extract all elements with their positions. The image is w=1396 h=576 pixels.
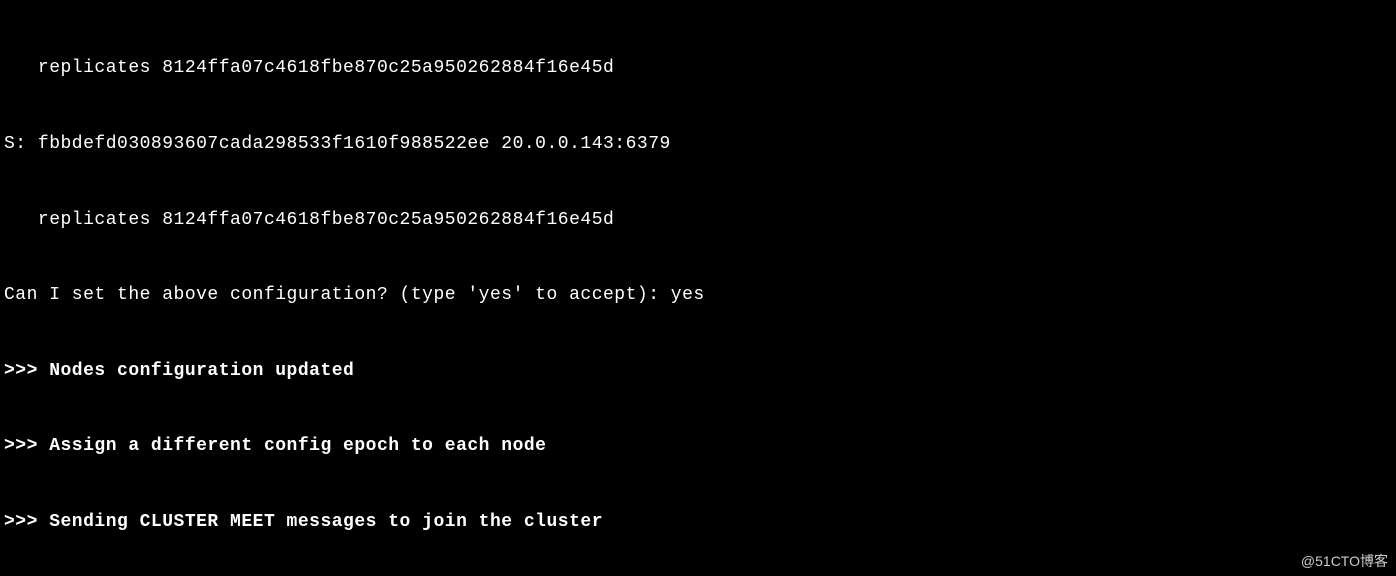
status-line: >>> Assign a different config epoch to e… (4, 434, 1374, 459)
output-line: replicates 8124ffa07c4618fbe870c25a95026… (4, 56, 1374, 81)
terminal-output[interactable]: replicates 8124ffa07c4618fbe870c25a95026… (0, 0, 1378, 576)
output-line: Can I set the above configuration? (type… (4, 283, 1374, 308)
output-line: S: fbbdefd030893607cada298533f1610f98852… (4, 132, 1374, 157)
status-line: >>> Nodes configuration updated (4, 359, 1374, 384)
output-line: replicates 8124ffa07c4618fbe870c25a95026… (4, 208, 1374, 233)
status-line: >>> Sending CLUSTER MEET messages to joi… (4, 510, 1374, 535)
watermark-text: @51CTO博客 (1301, 552, 1388, 572)
